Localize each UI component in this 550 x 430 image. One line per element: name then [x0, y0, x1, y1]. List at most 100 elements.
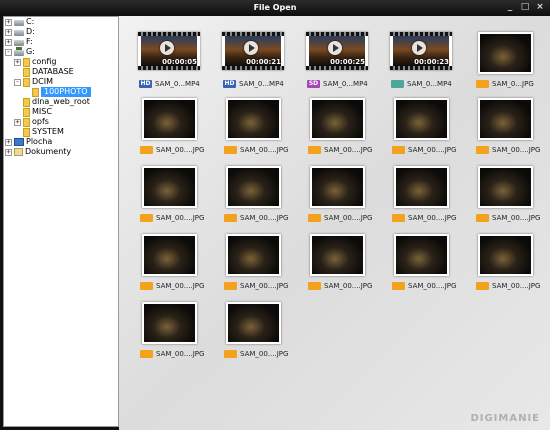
file-caption: SAM_00....JPG: [210, 349, 308, 359]
tree-node-dcim[interactable]: - DCIM: [14, 77, 53, 87]
expand-icon[interactable]: +: [5, 138, 12, 146]
camera-icon: [476, 146, 489, 154]
tree-node-100photo[interactable]: 100PHOTO: [23, 87, 91, 97]
file-name: SAM_00....JPG: [324, 282, 373, 290]
file-caption: HD SAM_0...MP4: [210, 79, 307, 89]
photo-file-item[interactable]: SAM_00....JPG: [462, 162, 546, 228]
thumbnail-image: [144, 304, 195, 342]
play-icon: [160, 41, 174, 55]
folder-icon: [23, 67, 30, 77]
minimize-button[interactable]: _: [504, 2, 516, 13]
video-type-icon: [391, 80, 404, 88]
documents-icon: [14, 148, 23, 156]
collapse-icon[interactable]: -: [14, 78, 21, 86]
close-button[interactable]: ×: [534, 2, 546, 13]
file-name: SAM_0...MP4: [155, 80, 200, 88]
thumbnail-image: [228, 304, 279, 342]
drive-icon: [14, 40, 24, 46]
maximize-button[interactable]: □: [519, 2, 531, 13]
expand-icon[interactable]: +: [5, 28, 12, 36]
quality-badge: HD: [139, 80, 152, 88]
expand-icon[interactable]: +: [5, 148, 12, 156]
file-name: SAM_00....JPG: [240, 214, 289, 222]
tree-node-opfs[interactable]: + opfs: [14, 117, 49, 127]
tree-node-dlna-web-root[interactable]: dlna_web_root: [14, 97, 90, 107]
collapse-icon[interactable]: -: [5, 48, 12, 56]
thumbnail-image: [396, 236, 447, 274]
photo-file-item[interactable]: SAM_00....JPG: [126, 298, 210, 364]
video-file-item[interactable]: 00:00:21 HD SAM_0...MP4: [210, 28, 294, 94]
thumbnail-image: [480, 168, 531, 206]
photo-thumbnail: [310, 166, 365, 208]
thumbnail-image: [228, 236, 279, 274]
expand-icon[interactable]: +: [5, 38, 12, 46]
tree-node-label: SYSTEM: [32, 127, 64, 136]
expand-icon[interactable]: +: [5, 18, 12, 26]
thumbnail-image: [228, 168, 279, 206]
tree-node-label: 100PHOTO: [41, 87, 91, 97]
file-name: SAM_00....JPG: [156, 214, 205, 222]
tree-node-dokumenty[interactable]: + Dokumenty: [5, 147, 71, 157]
photo-file-item[interactable]: SAM_00....JPG: [294, 94, 378, 160]
tree-node-label: dlna_web_root: [32, 97, 90, 106]
video-file-item[interactable]: 00:00:23 SAM_0...MP4: [378, 28, 462, 94]
tree-node-plocha[interactable]: + Plocha: [5, 137, 52, 147]
camera-icon: [224, 282, 237, 290]
file-grid[interactable]: DIGIMANIE 00:00:05 HD SAM_0...MP4 00:00:21 H…: [119, 16, 550, 430]
file-name: SAM_00....JPG: [492, 282, 541, 290]
video-duration: 00:00:05: [162, 58, 197, 66]
tree-node-g[interactable]: - G:: [5, 47, 35, 57]
file-caption: SD SAM_0...MP4: [294, 79, 391, 89]
photo-thumbnail: [310, 98, 365, 140]
photo-file-item[interactable]: SAM_00....JPG: [294, 162, 378, 228]
photo-file-item[interactable]: SAM_00....JPG: [210, 162, 294, 228]
file-caption: SAM_0...JPG: [462, 79, 550, 89]
file-name: SAM_0...JPG: [492, 80, 534, 88]
tree-node-d[interactable]: + D:: [5, 27, 35, 37]
photo-file-item[interactable]: SAM_00....JPG: [294, 230, 378, 296]
folder-icon: [23, 77, 30, 87]
photo-file-item[interactable]: SAM_00....JPG: [126, 94, 210, 160]
file-name: SAM_0...MP4: [323, 80, 368, 88]
video-file-item[interactable]: 00:00:05 HD SAM_0...MP4: [126, 28, 210, 94]
title-bar[interactable]: File Open _ □ ×: [0, 0, 550, 16]
tree-node-system[interactable]: SYSTEM: [14, 127, 64, 137]
photo-file-item[interactable]: SAM_00....JPG: [378, 230, 462, 296]
expand-icon[interactable]: +: [14, 118, 21, 126]
photo-file-item[interactable]: SAM_00....JPG: [210, 298, 294, 364]
tree-node-c[interactable]: + C:: [5, 17, 34, 27]
thumbnail-image: [144, 168, 195, 206]
folder-icon: [32, 87, 39, 97]
folder-icon: [23, 57, 30, 67]
file-caption: SAM_00....JPG: [462, 213, 550, 223]
photo-file-item[interactable]: SAM_00....JPG: [462, 230, 546, 296]
file-name: SAM_00....JPG: [156, 282, 205, 290]
tree-node-config[interactable]: + config: [14, 57, 56, 67]
folder-icon: [23, 107, 30, 117]
photo-file-item[interactable]: SAM_00....JPG: [210, 94, 294, 160]
photo-file-item[interactable]: SAM_00....JPG: [126, 230, 210, 296]
folder-tree[interactable]: + C: + D: + F: - G: + config DATABASE - DCIM 100PHOTO…: [3, 16, 119, 427]
photo-file-item[interactable]: SAM_00....JPG: [210, 230, 294, 296]
photo-file-item[interactable]: SAM_0...JPG: [462, 28, 546, 94]
photo-thumbnail: [226, 166, 281, 208]
video-file-item[interactable]: 00:00:25 SD SAM_0...MP4: [294, 28, 378, 94]
photo-file-item[interactable]: SAM_00....JPG: [378, 94, 462, 160]
play-icon: [244, 41, 258, 55]
file-name: SAM_00....JPG: [240, 282, 289, 290]
photo-thumbnail: [478, 166, 533, 208]
thumbnail-image: [480, 34, 531, 72]
video-duration: 00:00:23: [414, 58, 449, 66]
thumbnail-image: [480, 100, 531, 138]
photo-file-item[interactable]: SAM_00....JPG: [378, 162, 462, 228]
tree-node-database[interactable]: DATABASE: [14, 67, 74, 77]
file-name: SAM_00....JPG: [492, 146, 541, 154]
photo-file-item[interactable]: SAM_00....JPG: [462, 94, 546, 160]
tree-node-label: DCIM: [32, 77, 54, 86]
thumbnail-image: [312, 168, 363, 206]
tree-node-f[interactable]: + F:: [5, 37, 33, 47]
expand-icon[interactable]: +: [14, 58, 21, 66]
photo-file-item[interactable]: SAM_00....JPG: [126, 162, 210, 228]
tree-node-misc[interactable]: MISC: [14, 107, 52, 117]
